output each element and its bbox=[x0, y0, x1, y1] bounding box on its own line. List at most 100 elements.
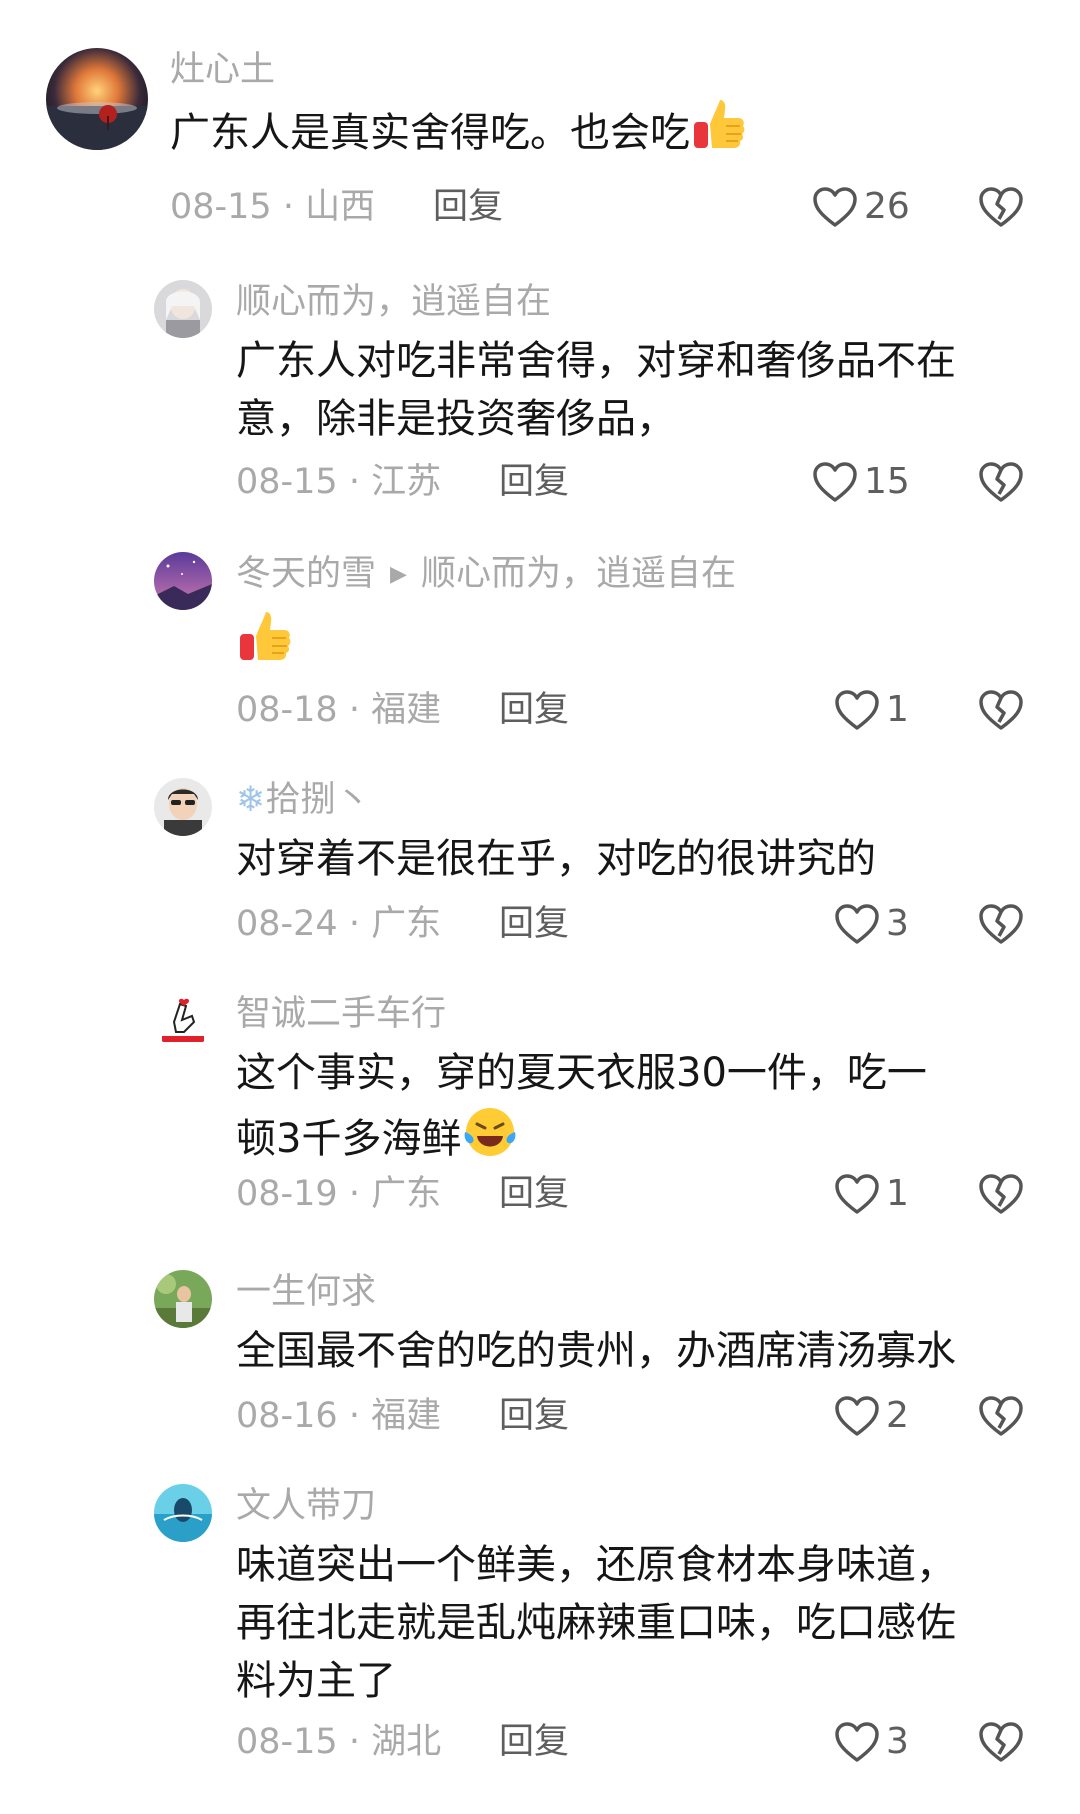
meta-separator: · bbox=[337, 1722, 372, 1762]
heart-icon bbox=[835, 1722, 879, 1762]
comment-text: 广东人对吃非常舍得，对穿和奢侈品不在 意，除非是投资奢侈品， bbox=[236, 332, 956, 448]
comment-date: 08-15 bbox=[236, 462, 338, 502]
meta-separator: · bbox=[337, 1396, 372, 1436]
comment-region: 山西 bbox=[305, 187, 376, 227]
like-button[interactable]: 3 bbox=[834, 1717, 909, 1767]
reply-button[interactable]: 回复 bbox=[499, 688, 569, 732]
comment-date: 08-15 bbox=[236, 1722, 338, 1762]
comment-text-line: 再往北走就是乱炖麻辣重口味，吃口感佐 bbox=[236, 1600, 956, 1646]
comment-text-line: 料为主了 bbox=[236, 1658, 396, 1704]
comment-text-fragment: 顿3千多海鲜 bbox=[236, 1116, 462, 1162]
dislike-button[interactable] bbox=[978, 1391, 1024, 1441]
reply-button[interactable]: 回复 bbox=[433, 185, 503, 229]
comment-meta: 08-15 · 山西 bbox=[170, 185, 375, 229]
thumbs-up-icon bbox=[236, 608, 294, 682]
comment-region: 福建 bbox=[371, 690, 442, 730]
comment-meta: 08-19 · 广东 bbox=[236, 1172, 441, 1216]
like-button[interactable]: 1 bbox=[834, 1169, 909, 1219]
like-count: 3 bbox=[886, 903, 909, 944]
reply-button[interactable]: 回复 bbox=[499, 1720, 569, 1764]
avatar[interactable] bbox=[154, 552, 212, 610]
comment-text-line: 全国最不舍的吃的贵州，办酒席清汤寡水 bbox=[236, 1328, 956, 1374]
comment-date: 08-19 bbox=[236, 1174, 338, 1214]
like-button[interactable]: 15 bbox=[812, 457, 910, 507]
like-count: 1 bbox=[886, 1173, 909, 1214]
comment-meta: 08-18 · 福建 bbox=[236, 688, 441, 732]
broken-heart-icon bbox=[979, 690, 1023, 730]
comment-thread: 灶心土 广东人是真实舍得吃。也会吃 08-15 · 山西 回复 26 顺心而为，… bbox=[0, 0, 1080, 1814]
like-count: 15 bbox=[864, 461, 910, 502]
like-count: 3 bbox=[886, 1721, 909, 1762]
dislike-button[interactable] bbox=[978, 1717, 1024, 1767]
comment-username: 冬天的雪 ▶ 顺心而为，逍遥自在 bbox=[236, 552, 736, 597]
comment-text-line: 意，除非是投资奢侈品， bbox=[236, 396, 676, 442]
comment-region: 湖北 bbox=[371, 1722, 442, 1762]
avatar[interactable] bbox=[154, 280, 212, 338]
comment-region: 广东 bbox=[371, 1174, 442, 1214]
comment-text: 这个事实，穿的夏天衣服30一件，吃一 顿3千多海鲜 bbox=[236, 1044, 927, 1176]
dislike-button[interactable] bbox=[978, 685, 1024, 735]
comment-username[interactable]: 一生何求 bbox=[236, 1270, 376, 1314]
broken-heart-icon bbox=[979, 904, 1023, 944]
comment-text-line: 顿3千多海鲜 bbox=[236, 1102, 927, 1176]
comment-text-line: 对穿着不是很在乎，对吃的很讲究的 bbox=[236, 836, 876, 882]
meta-separator: · bbox=[271, 187, 306, 227]
avatar[interactable] bbox=[154, 1270, 212, 1328]
crying-laugh-icon bbox=[461, 1102, 519, 1176]
heart-icon bbox=[813, 462, 857, 502]
comment-username[interactable]: 顺心而为，逍遥自在 bbox=[236, 280, 551, 324]
reply-button[interactable]: 回复 bbox=[499, 902, 569, 946]
comment-text-line: 这个事实，穿的夏天衣服30一件，吃一 bbox=[236, 1050, 927, 1096]
comment-username[interactable]: ❄拾捌丶 bbox=[236, 778, 370, 822]
avatar[interactable] bbox=[154, 1484, 212, 1542]
username-link[interactable]: 冬天的雪 bbox=[236, 554, 376, 594]
reply-to-username[interactable]: 顺心而为，逍遥自在 bbox=[421, 554, 736, 594]
comment-meta: 08-15 · 江苏 bbox=[236, 460, 441, 504]
comment-text: 对穿着不是很在乎，对吃的很讲究的 bbox=[236, 830, 876, 888]
comment-username[interactable]: 智诚二手车行 bbox=[236, 992, 446, 1036]
comment-date: 08-16 bbox=[236, 1396, 338, 1436]
comment-region: 江苏 bbox=[371, 462, 442, 502]
comment-text: 全国最不舍的吃的贵州，办酒席清汤寡水 bbox=[236, 1322, 956, 1380]
heart-icon bbox=[835, 1174, 879, 1214]
like-button[interactable]: 26 bbox=[812, 182, 910, 232]
heart-icon bbox=[835, 904, 879, 944]
like-button[interactable]: 1 bbox=[834, 685, 909, 735]
avatar[interactable] bbox=[154, 778, 212, 836]
heart-icon bbox=[835, 1396, 879, 1436]
like-button[interactable]: 2 bbox=[834, 1391, 909, 1441]
comment-region: 福建 bbox=[371, 1396, 442, 1436]
meta-separator: · bbox=[337, 904, 372, 944]
comment-meta: 08-15 · 湖北 bbox=[236, 1720, 441, 1764]
dislike-button[interactable] bbox=[978, 182, 1024, 232]
meta-separator: · bbox=[337, 690, 372, 730]
broken-heart-icon bbox=[979, 1174, 1023, 1214]
dislike-button[interactable] bbox=[978, 899, 1024, 949]
reply-arrow-icon: ▶ bbox=[390, 562, 407, 587]
like-count: 1 bbox=[886, 689, 909, 730]
comment-text-line: 广东人对吃非常舍得，对穿和奢侈品不在 bbox=[236, 338, 956, 384]
avatar[interactable] bbox=[154, 992, 212, 1050]
avatar[interactable] bbox=[46, 48, 148, 150]
like-count: 2 bbox=[886, 1395, 909, 1436]
comment-username[interactable]: 灶心土 bbox=[170, 48, 275, 92]
comment-username[interactable]: 文人带刀 bbox=[236, 1484, 376, 1528]
broken-heart-icon bbox=[979, 1396, 1023, 1436]
broken-heart-icon bbox=[979, 187, 1023, 227]
comment-text-line: 味道突出一个鲜美，还原食材本身味道， bbox=[236, 1542, 956, 1588]
broken-heart-icon bbox=[979, 1722, 1023, 1762]
username-text: 拾捌丶 bbox=[265, 780, 371, 820]
comment-region: 广东 bbox=[371, 904, 442, 944]
like-button[interactable]: 3 bbox=[834, 899, 909, 949]
dislike-button[interactable] bbox=[978, 457, 1024, 507]
reply-button[interactable]: 回复 bbox=[499, 1394, 569, 1438]
comment-date: 08-24 bbox=[236, 904, 338, 944]
reply-button[interactable]: 回复 bbox=[499, 1172, 569, 1216]
meta-separator: · bbox=[337, 462, 372, 502]
dislike-button[interactable] bbox=[978, 1169, 1024, 1219]
reply-button[interactable]: 回复 bbox=[499, 460, 569, 504]
comment-meta: 08-16 · 福建 bbox=[236, 1394, 441, 1438]
heart-icon bbox=[813, 187, 857, 227]
comment-text: 味道突出一个鲜美，还原食材本身味道， 再往北走就是乱炖麻辣重口味，吃口感佐 料为… bbox=[236, 1536, 956, 1710]
comment-text-line: 广东人是真实舍得吃。也会吃 bbox=[170, 110, 690, 156]
